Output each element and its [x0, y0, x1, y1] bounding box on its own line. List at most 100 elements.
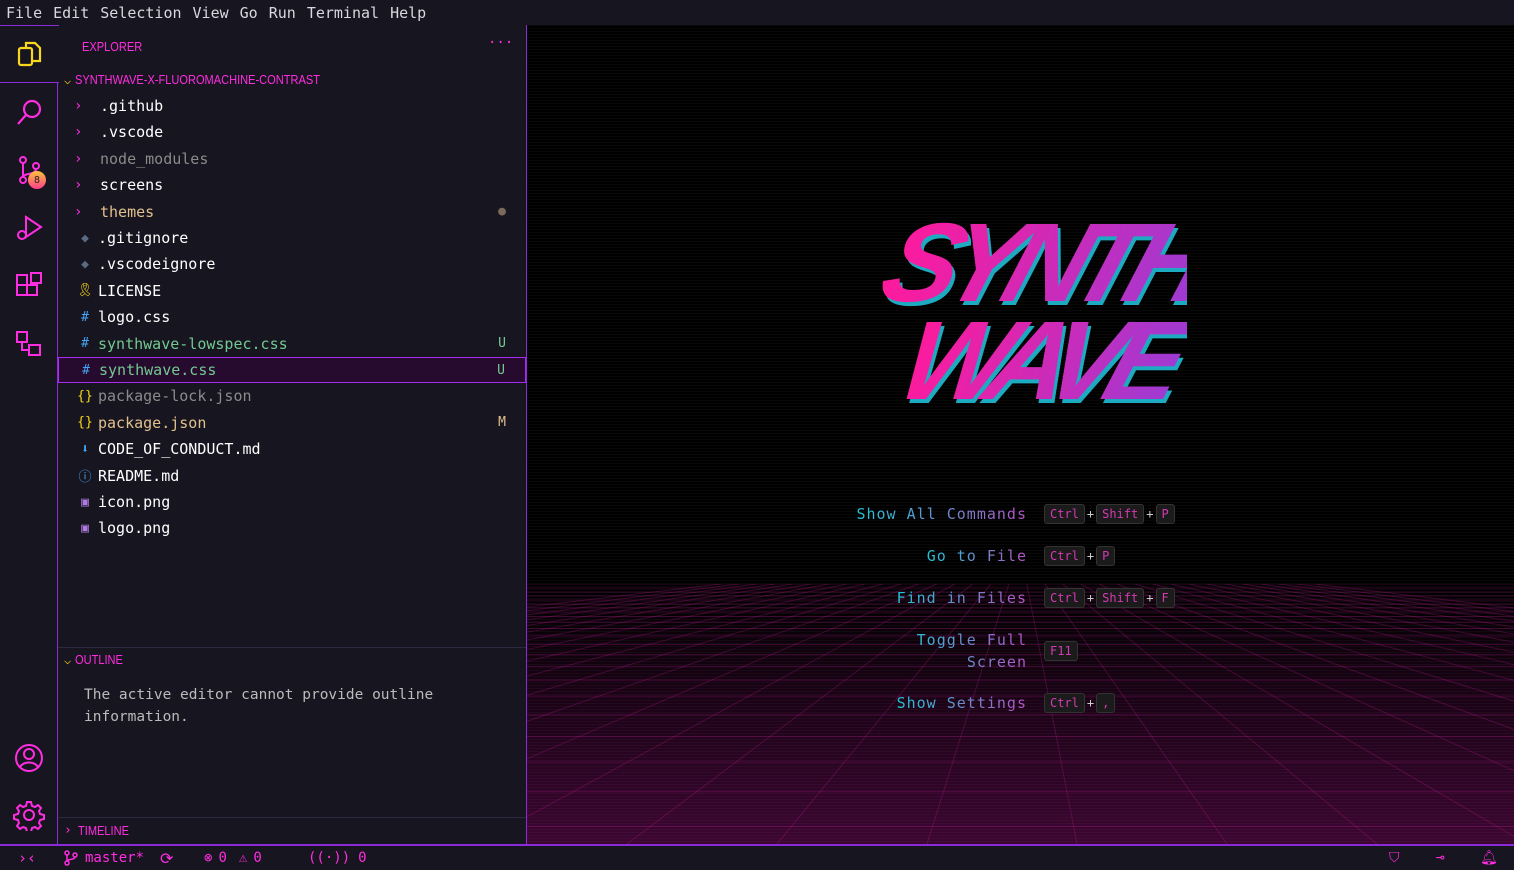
- plus-separator: +: [1146, 591, 1154, 605]
- tree-item[interactable]: # synthwave.css U: [58, 357, 526, 383]
- broadcast-icon: ((·)): [308, 850, 351, 866]
- branch-name: master*: [85, 850, 145, 866]
- file-name: logo.css: [98, 308, 171, 327]
- tree-item[interactable]: {} package.json M: [58, 410, 526, 436]
- tree-item[interactable]: 🎗︎ LICENSE: [58, 278, 526, 304]
- css-file-icon: #: [81, 309, 89, 325]
- image-file-icon: ▣: [81, 520, 89, 536]
- command-label[interactable]: Toggle Full Screen: [907, 629, 1027, 673]
- menu-run[interactable]: Run: [269, 4, 296, 22]
- command-label[interactable]: Show Settings: [897, 692, 1027, 714]
- plus-separator: +: [1086, 549, 1095, 563]
- error-icon: ⊗: [204, 850, 213, 866]
- tree-item[interactable]: › screens: [58, 172, 526, 198]
- source-control-icon[interactable]: 8: [0, 141, 58, 199]
- file-name: node_modules: [100, 149, 209, 168]
- keybinding: P: [1155, 504, 1175, 524]
- paint-bucket-icon[interactable]: ⛉: [1389, 850, 1400, 866]
- tree-item[interactable]: › themes ●: [58, 199, 526, 225]
- shortcut-keys: Ctrl + P: [1042, 546, 1117, 566]
- menu-edit[interactable]: Edit: [53, 4, 89, 22]
- tree-item[interactable]: # logo.css: [58, 304, 526, 330]
- tree-item[interactable]: # synthwave-lowspec.css U: [58, 331, 526, 357]
- timeline-header[interactable]: › TIMELINE: [64, 823, 138, 838]
- tree-item[interactable]: ▣ logo.png: [58, 515, 526, 541]
- file-name: .vscode: [100, 123, 164, 142]
- editor-welcome: SYNTH SYNTH WAVE WAVE Show All Commands C…: [527, 25, 1514, 844]
- shortcut-keys: Ctrl + Shift + F: [1042, 588, 1177, 608]
- settings-gear-icon[interactable]: [0, 786, 58, 844]
- tree-item[interactable]: ◆ .vscodeignore: [58, 251, 526, 277]
- menu-view[interactable]: View: [193, 4, 229, 22]
- run-debug-icon[interactable]: [0, 199, 58, 257]
- file-name: package-lock.json: [98, 387, 252, 406]
- notifications-bell-icon[interactable]: 🔔︎: [1480, 850, 1498, 866]
- md-down-file-icon: ⬇: [81, 441, 89, 457]
- remote-explorer-icon[interactable]: [0, 315, 58, 373]
- keybinding: Shift: [1096, 504, 1145, 524]
- menu-bar: File Edit Selection View Go Run Terminal Help: [0, 0, 1514, 25]
- outline-header[interactable]: ⌵ OUTLINE: [64, 652, 132, 667]
- git-status: M: [498, 415, 506, 431]
- account-icon[interactable]: [0, 729, 58, 787]
- command-label[interactable]: Find in Files: [897, 587, 1027, 609]
- scm-badge: 8: [28, 171, 46, 189]
- problems-button[interactable]: ⊗ 0 ⚠ 0: [204, 850, 262, 866]
- command-label[interactable]: Show All Commands: [856, 503, 1027, 525]
- git-file-icon: ◆: [81, 230, 89, 246]
- ports-count: 0: [358, 850, 367, 866]
- warning-icon: ⚠: [238, 850, 248, 866]
- root-folder-name: SYNTHWAVE-X-FLUOROMACHINE-CONTRAST: [75, 72, 321, 87]
- git-file-icon: ◆: [81, 256, 89, 272]
- explorer-title: EXPLORER: [82, 39, 143, 54]
- sync-icon[interactable]: ⟳: [160, 849, 173, 868]
- menu-help[interactable]: Help: [390, 4, 426, 22]
- git-status: U: [498, 336, 506, 352]
- keybinding: Ctrl: [1044, 693, 1085, 713]
- chevron-down-icon: ⌵: [64, 652, 72, 667]
- command-label[interactable]: Go to File: [927, 545, 1027, 567]
- file-name: LICENSE: [98, 281, 162, 300]
- keybinding: P: [1096, 546, 1116, 566]
- ports-button[interactable]: ((·)) 0: [308, 850, 367, 866]
- outline-title: OUTLINE: [75, 652, 124, 667]
- tree-item[interactable]: › .github: [58, 93, 526, 119]
- tree-item[interactable]: › .vscode: [58, 119, 526, 145]
- tree-item[interactable]: ⓘ README.md: [58, 463, 526, 489]
- tree-item[interactable]: ▣ icon.png: [58, 489, 526, 515]
- menu-go[interactable]: Go: [240, 4, 258, 22]
- menu-selection[interactable]: Selection: [100, 4, 181, 22]
- css-file-icon: #: [82, 362, 90, 378]
- shortcut-keys: Ctrl + Shift + P: [1042, 504, 1177, 524]
- menu-terminal[interactable]: Terminal: [307, 4, 379, 22]
- file-name: synthwave-lowspec.css: [98, 334, 288, 353]
- tree-item[interactable]: {} package-lock.json: [58, 383, 526, 409]
- tree-item[interactable]: › node_modules: [58, 146, 526, 172]
- explorer-icon[interactable]: [0, 25, 59, 83]
- file-name: README.md: [98, 466, 180, 485]
- file-name: synthwave.css: [99, 361, 217, 379]
- keybinding: Ctrl: [1044, 588, 1085, 608]
- plus-separator: +: [1086, 591, 1095, 605]
- file-name: .github: [100, 97, 164, 115]
- extensions-icon[interactable]: [0, 257, 58, 315]
- workspace-root[interactable]: ⌵ SYNTHWAVE-X-FLUOROMACHINE-CONTRAST: [64, 72, 363, 87]
- json-file-icon: {}: [77, 388, 93, 404]
- branch-button[interactable]: master*: [63, 850, 144, 866]
- css-file-icon: #: [81, 336, 89, 352]
- license-file-icon: 🎗︎: [76, 283, 94, 299]
- remote-icon[interactable]: ›‹: [18, 849, 36, 867]
- chevron-right-icon: ›: [64, 823, 72, 838]
- more-actions-button[interactable]: ···: [488, 35, 513, 51]
- chevron-right-icon: ›: [74, 177, 83, 194]
- keybinding: ,: [1096, 693, 1116, 713]
- chevron-right-icon: ›: [74, 203, 83, 220]
- git-commit-icon[interactable]: ⊸: [1436, 850, 1444, 866]
- menu-file[interactable]: File: [6, 4, 42, 22]
- search-icon[interactable]: [0, 83, 58, 141]
- plus-separator: +: [1086, 507, 1095, 521]
- keybinding: F11: [1044, 641, 1078, 661]
- tree-item[interactable]: ⬇ CODE_OF_CONDUCT.md: [58, 436, 526, 462]
- tree-item[interactable]: ◆ .gitignore: [58, 225, 526, 251]
- file-name: .vscodeignore: [98, 255, 216, 274]
